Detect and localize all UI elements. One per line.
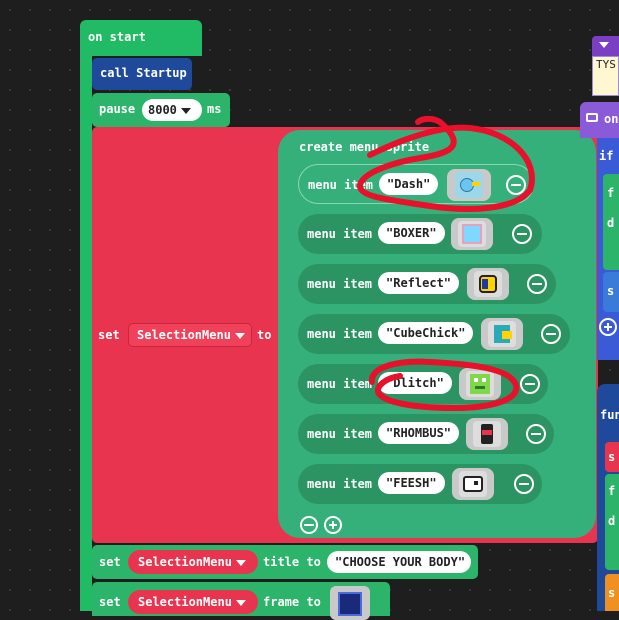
right-inner-blue[interactable]: s bbox=[603, 272, 619, 312]
variable-name: SelectionMenu bbox=[138, 595, 232, 609]
comment-text: TYS bbox=[596, 58, 616, 71]
remove-item-icon[interactable] bbox=[541, 324, 561, 344]
menu-item-name-input[interactable]: "CubeChick" bbox=[378, 322, 474, 344]
gamepad-icon bbox=[586, 113, 598, 122]
menu-item-label: menu item bbox=[307, 277, 373, 291]
right-green-sub[interactable]: f d bbox=[605, 474, 619, 570]
cubechick-sprite-picker[interactable] bbox=[481, 318, 523, 350]
fun-label: fun bbox=[600, 408, 619, 422]
menu-item-label: menu item bbox=[307, 477, 373, 491]
dlitch-sprite-icon bbox=[470, 374, 490, 394]
chevron-down-icon bbox=[599, 42, 609, 48]
set-title-block[interactable]: set SelectionMenu title to "CHOOSE YOUR … bbox=[92, 545, 478, 579]
remove-item-icon[interactable] bbox=[520, 374, 540, 394]
inner-s-label: s bbox=[607, 284, 615, 298]
menu-item-name-input[interactable]: "RHOMBUS" bbox=[378, 422, 460, 444]
menu-item-label: menu item bbox=[307, 427, 373, 441]
pause-duration-value: 8000 bbox=[148, 103, 177, 117]
remove-item-icon[interactable] bbox=[514, 474, 534, 494]
menu-item-reflect[interactable]: menu item "Reflect" bbox=[298, 264, 556, 304]
menu-item-name-input[interactable]: "FEESH" bbox=[378, 472, 445, 494]
menu-item-rhombus[interactable]: menu item "RHOMBUS" bbox=[298, 414, 554, 454]
set-label: set bbox=[98, 328, 120, 342]
if-label: if bbox=[599, 149, 614, 163]
menu-item-label: menu item bbox=[308, 178, 374, 192]
green-f-label: f bbox=[608, 484, 616, 498]
add-else-icon[interactable] bbox=[599, 318, 617, 336]
on-start-spine bbox=[80, 56, 92, 611]
pause-label: pause bbox=[99, 102, 136, 116]
call-startup-label: call Startup bbox=[100, 66, 187, 80]
menu-item-boxer[interactable]: menu item "BOXER" bbox=[298, 214, 542, 254]
set-label: set bbox=[99, 555, 121, 569]
right-fun-block[interactable]: fun s f d s bbox=[597, 384, 619, 611]
feesh-sprite-picker[interactable] bbox=[452, 468, 494, 500]
red-s-label: s bbox=[608, 450, 616, 464]
on-start-hat[interactable]: on start bbox=[80, 20, 202, 56]
right-orange-sub[interactable]: s bbox=[605, 574, 619, 611]
remove-last-item-icon[interactable] bbox=[300, 516, 318, 534]
selectionmenu-variable-dropdown[interactable]: SelectionMenu bbox=[128, 550, 258, 574]
variable-name: SelectionMenu bbox=[137, 328, 231, 342]
menu-item-label: menu item bbox=[307, 377, 373, 391]
menu-item-dash[interactable]: menu item "Dash" bbox=[298, 164, 534, 204]
menu-item-label: menu item bbox=[307, 327, 373, 341]
title-to-label: title to bbox=[263, 555, 321, 569]
right-comment-box: TYS bbox=[592, 56, 619, 96]
to-label: to bbox=[257, 328, 272, 342]
feesh-sprite-icon bbox=[463, 476, 483, 492]
dlitch-sprite-picker[interactable] bbox=[459, 368, 501, 400]
chevron-down-icon bbox=[235, 599, 246, 606]
on-label: on bbox=[604, 112, 619, 126]
remove-item-icon[interactable] bbox=[506, 175, 526, 195]
right-if-block[interactable]: if f d s bbox=[597, 138, 619, 360]
right-inner-green[interactable]: f d bbox=[603, 174, 619, 270]
create-menu-label: create menu sprite bbox=[299, 140, 430, 154]
remove-item-icon[interactable] bbox=[512, 224, 532, 244]
selectionmenu-variable-dropdown[interactable]: SelectionMenu bbox=[128, 590, 258, 614]
menu-item-dlitch[interactable]: menu item "Dlitch" bbox=[298, 364, 548, 404]
inner-d-label: d bbox=[607, 216, 615, 230]
chevron-down-icon bbox=[180, 107, 191, 114]
frame-image-picker[interactable] bbox=[330, 586, 370, 620]
orange-s-label: s bbox=[608, 586, 616, 600]
pause-block[interactable]: pause 8000 ms bbox=[92, 93, 230, 127]
menu-item-label: menu item bbox=[307, 227, 373, 241]
dash-sprite-picker[interactable] bbox=[447, 169, 491, 201]
menu-item-feesh[interactable]: menu item "FEESH" bbox=[298, 464, 542, 504]
add-item-icon[interactable] bbox=[324, 516, 342, 534]
green-d-label: d bbox=[608, 514, 616, 528]
chevron-down-icon bbox=[234, 332, 245, 339]
remove-item-icon[interactable] bbox=[527, 274, 547, 294]
on-start-label: on start bbox=[88, 30, 146, 44]
chevron-down-icon bbox=[235, 559, 246, 566]
inner-f-label: f bbox=[607, 186, 615, 200]
right-purple-hat[interactable] bbox=[592, 36, 619, 56]
pause-unit-label: ms bbox=[207, 102, 222, 116]
set-label: set bbox=[99, 595, 121, 609]
pause-duration-dropdown[interactable]: 8000 bbox=[142, 99, 202, 121]
menu-item-cubechick[interactable]: menu item "CubeChick" bbox=[298, 314, 570, 354]
call-startup-block[interactable]: call Startup bbox=[92, 58, 192, 90]
frame-to-label: frame to bbox=[263, 595, 321, 609]
menu-item-name-input[interactable]: "BOXER" bbox=[378, 222, 445, 244]
selectionmenu-variable-dropdown[interactable]: SelectionMenu bbox=[128, 323, 252, 347]
reflect-sprite-picker[interactable] bbox=[467, 268, 509, 300]
boxer-sprite-icon bbox=[462, 224, 482, 244]
boxer-sprite-picker[interactable] bbox=[451, 218, 493, 250]
right-red-sub[interactable]: s bbox=[605, 442, 619, 472]
remove-item-icon[interactable] bbox=[526, 424, 546, 444]
variable-name: SelectionMenu bbox=[138, 555, 232, 569]
menu-item-name-input[interactable]: "Dash" bbox=[379, 173, 439, 195]
frame-image-icon bbox=[338, 592, 362, 616]
rhombus-sprite-picker[interactable] bbox=[466, 418, 508, 450]
right-on-hat[interactable]: on bbox=[580, 102, 619, 138]
menu-item-name-input[interactable]: "Reflect" bbox=[378, 272, 460, 294]
title-text-input[interactable]: "CHOOSE YOUR BODY" bbox=[327, 551, 471, 573]
menu-item-name-input[interactable]: "Dlitch" bbox=[378, 372, 452, 394]
